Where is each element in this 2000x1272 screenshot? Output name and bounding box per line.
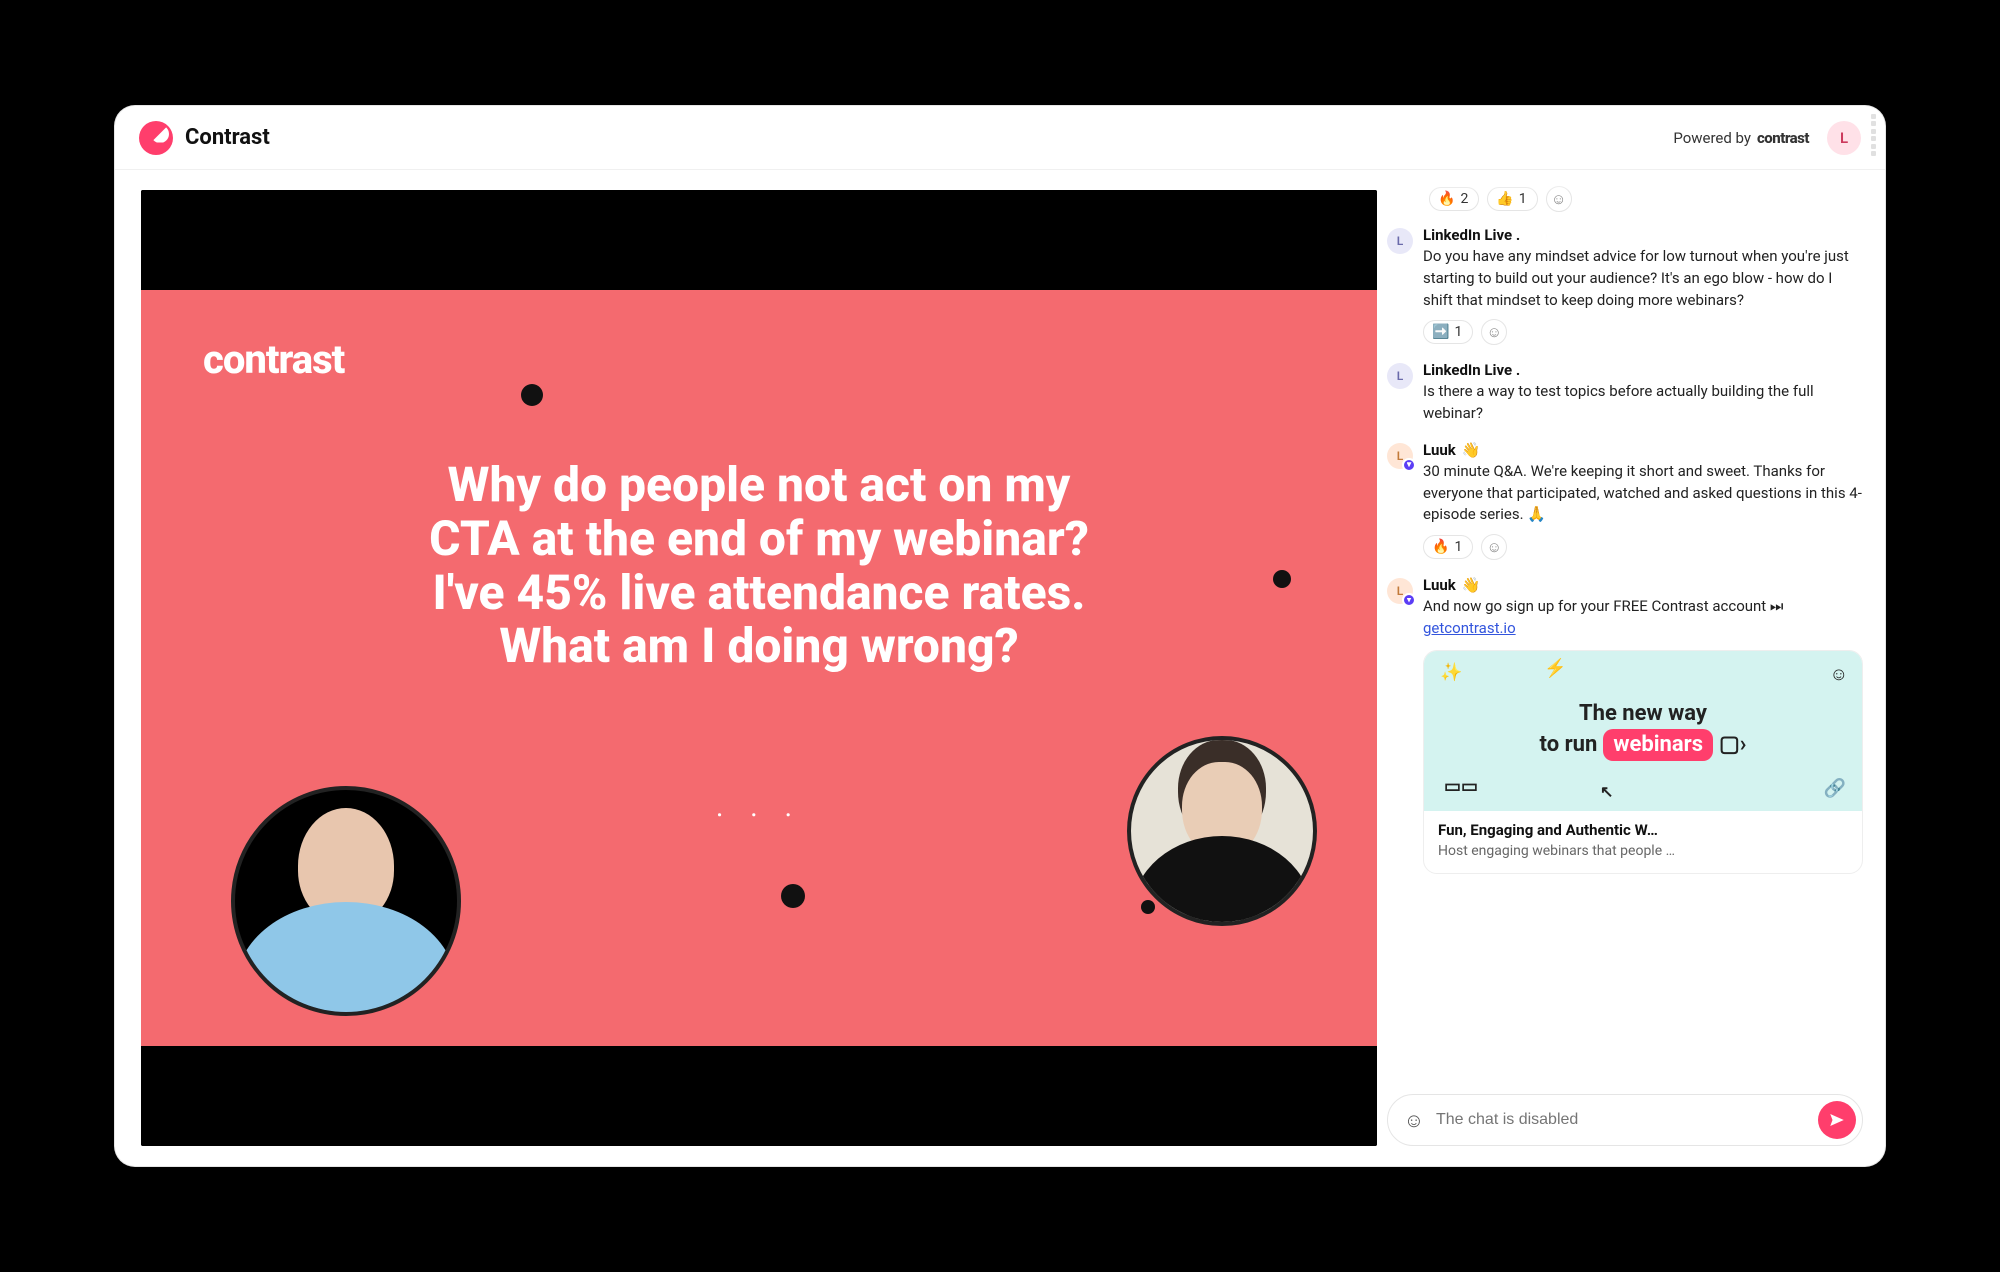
powered-by-label: Powered by (1673, 129, 1751, 147)
avatar: L (1387, 443, 1413, 469)
add-reaction-button[interactable]: ☺ (1481, 319, 1507, 345)
webcam-speaker-2 (1127, 736, 1317, 926)
chat-input-row: ☺ (1387, 1094, 1863, 1146)
add-reaction-button[interactable]: ☺ (1546, 186, 1572, 212)
decorative-dot (521, 384, 543, 406)
message-reactions: 🔥 2 👍 1 ☺ (1387, 186, 1863, 212)
decorative-dot (781, 884, 805, 908)
reaction-chip[interactable]: 👍 1 (1487, 187, 1537, 211)
avatar: L (1387, 578, 1413, 604)
camera-icon: ▢› (1719, 731, 1746, 760)
user-avatar[interactable]: L (1827, 121, 1861, 155)
host-badge-icon (1402, 458, 1416, 472)
video-column: contrast Why do people not act on my CTA… (115, 170, 1377, 1166)
message-text: Is there a way to test topics before act… (1423, 381, 1863, 425)
fire-icon: 🔥 (1432, 539, 1449, 555)
letterbox-bottom (141, 1046, 1377, 1146)
message-text: And now go sign up for your FREE Contras… (1423, 596, 1863, 640)
wave-icon: 👋 (1462, 441, 1481, 459)
promo-subtitle: Host engaging webinars that people … (1438, 843, 1848, 859)
reaction-count: 1 (1519, 191, 1527, 207)
promo-meta: Fun, Engaging and Authentic W… Host enga… (1424, 811, 1862, 873)
sparkle-icon: ⚡ (1544, 657, 1566, 680)
video-player[interactable]: contrast Why do people not act on my CTA… (141, 190, 1377, 1146)
reaction-count: 2 (1460, 191, 1468, 207)
promo-hero: ✨ ⚡ ☺ ▭▭ 🔗 ↖ The new way to run webinars (1424, 651, 1862, 811)
message-author: LinkedIn Live . (1423, 361, 1863, 379)
message-text-part: And now go sign up for your FREE Contras… (1423, 597, 1783, 615)
message-link[interactable]: getcontrast.io (1423, 619, 1516, 637)
arrow-right-icon: ➡️ (1432, 324, 1449, 340)
avatar: L (1387, 228, 1413, 254)
powered-by[interactable]: Powered by contrast (1673, 129, 1809, 147)
header: Contrast Powered by contrast L (115, 106, 1885, 170)
brand-logo-icon (139, 121, 173, 155)
promo-card[interactable]: ✨ ⚡ ☺ ▭▭ 🔗 ↖ The new way to run webinars (1423, 650, 1863, 874)
webcam-speaker-1 (231, 786, 461, 1016)
chat-input (1436, 1111, 1808, 1129)
author-name: Luuk (1423, 441, 1456, 459)
slide-ellipsis: . . . (716, 790, 802, 823)
reaction-count: 1 (1454, 324, 1462, 340)
decorative-dot (1273, 570, 1291, 588)
link-icon: 🔗 (1824, 777, 1846, 800)
reaction-chip[interactable]: ➡️ 1 (1423, 320, 1473, 344)
promo-line-2: to run webinars ▢› (1540, 729, 1747, 762)
message-author: Luuk 👋 (1423, 576, 1863, 594)
chat-scroll[interactable]: 🔥 2 👍 1 ☺ L LinkedIn Live . Do you have … (1387, 170, 1863, 1082)
chat-message: L Luuk 👋 30 minute Q&A. We're keeping it… (1387, 441, 1863, 560)
send-button[interactable] (1818, 1101, 1856, 1139)
cursor-icon: ↖ (1600, 782, 1613, 803)
brand-name: Contrast (185, 125, 270, 150)
battery-icon: ▭▭ (1444, 775, 1478, 798)
message-text: 30 minute Q&A. We're keeping it short an… (1423, 461, 1863, 526)
chat-message: L LinkedIn Live . Is there a way to test… (1387, 361, 1863, 425)
sparkle-icon: ✨ (1440, 661, 1462, 684)
promo-title: Fun, Engaging and Authentic W… (1438, 821, 1848, 839)
slide-title: Why do people not act on my CTA at the e… (409, 458, 1109, 673)
chat-panel: 🔥 2 👍 1 ☺ L LinkedIn Live . Do you have … (1377, 170, 1885, 1166)
smile-icon: ☺ (1830, 663, 1848, 686)
add-reaction-button[interactable]: ☺ (1481, 534, 1507, 560)
promo-line-2a: to run (1540, 731, 1598, 760)
avatar: L (1387, 363, 1413, 389)
fire-icon: 🔥 (1438, 191, 1455, 207)
author-name: Luuk (1423, 576, 1456, 594)
reaction-chip[interactable]: 🔥 2 (1429, 187, 1479, 211)
message-author: Luuk 👋 (1423, 441, 1863, 459)
host-badge-icon (1402, 593, 1416, 607)
slide: contrast Why do people not act on my CTA… (141, 290, 1377, 1046)
reaction-chip[interactable]: 🔥 1 (1423, 535, 1473, 559)
message-text: Do you have any mindset advice for low t… (1423, 246, 1863, 311)
powered-by-brand: contrast (1757, 129, 1809, 147)
reaction-count: 1 (1454, 539, 1462, 555)
promo-pill: webinars (1603, 729, 1713, 762)
promo-line-1: The new way (1579, 700, 1707, 729)
app-window: Contrast Powered by contrast L contrast … (115, 106, 1885, 1166)
send-icon (1828, 1111, 1846, 1129)
wave-icon: 👋 (1462, 576, 1481, 594)
body: contrast Why do people not act on my CTA… (115, 170, 1885, 1166)
thumbs-up-icon: 👍 (1496, 191, 1513, 207)
emoji-picker-button[interactable]: ☺ (1402, 1108, 1426, 1132)
chat-message: L LinkedIn Live . Do you have any mindse… (1387, 226, 1863, 345)
window-drag-hint (1871, 114, 1879, 156)
message-author: LinkedIn Live . (1423, 226, 1863, 244)
slide-logo: contrast (203, 336, 344, 383)
chat-message: L Luuk 👋 And now go sign up for your FRE… (1387, 576, 1863, 874)
letterbox-top (141, 190, 1377, 290)
